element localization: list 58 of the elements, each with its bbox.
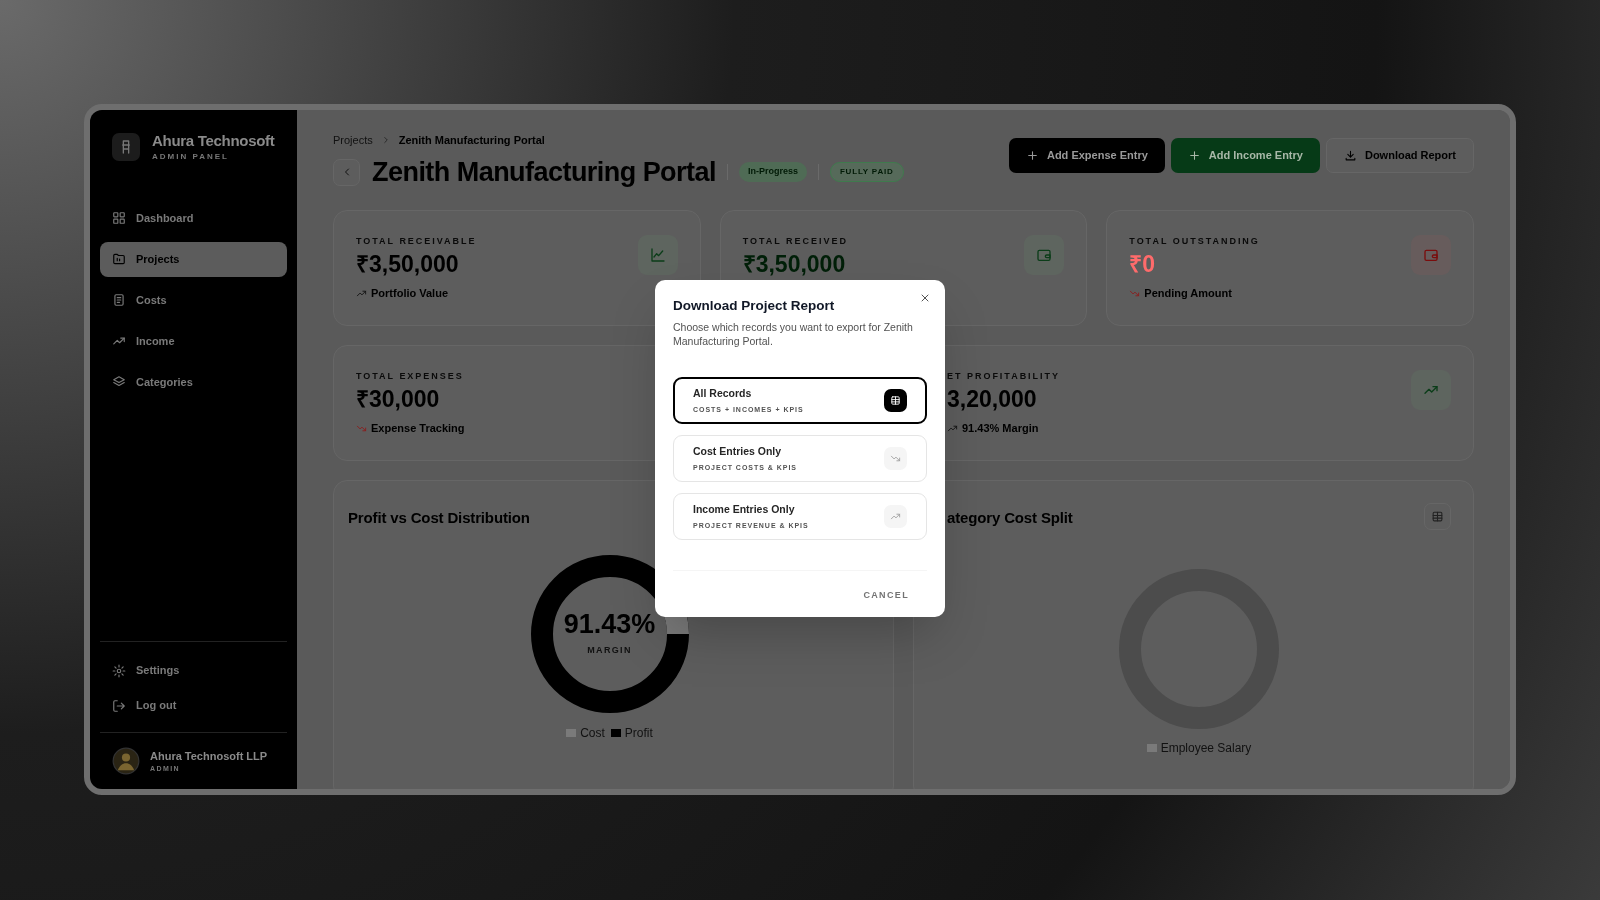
donut-label: MARGIN (587, 643, 632, 657)
plus-icon (1025, 149, 1039, 162)
option-title: Income Entries Only (693, 502, 796, 518)
document-icon (112, 293, 126, 308)
brand-name: Ahura Technosoft (152, 132, 275, 151)
status-badge: FULLY PAID (829, 162, 904, 182)
stat-label: TOTAL RECEIVABLE (356, 234, 477, 248)
legend-label[interactable]: Employee Salary (1160, 739, 1252, 757)
stat-value: ₹3,50,000 (356, 250, 459, 279)
stat-value: ₹30,000 (356, 385, 440, 414)
sidebar-item[interactable]: Dashboard (100, 200, 287, 236)
page-title: Zenith Manufacturing Portal (372, 158, 716, 186)
dialog-title: Download Project Report (673, 297, 836, 316)
sidebar-item[interactable]: Log out (100, 691, 287, 720)
grid-icon (112, 211, 126, 226)
chart-title: Profit vs Cost Distribution (348, 507, 530, 528)
chart-title: ategory Cost Split (947, 507, 1073, 528)
settings-icon (112, 663, 126, 678)
sidebar-item[interactable]: Projects (100, 241, 287, 277)
stat-note: 91.43% Margin (962, 420, 1039, 436)
stat-label: TOTAL EXPENSES (356, 369, 464, 383)
stat-label: TOTAL RECEIVED (742, 234, 848, 248)
user-name: Ahura Technosoft LLP (150, 748, 268, 764)
breadcrumb-current: Zenith Manufacturing Portal (398, 133, 545, 148)
table-icon (1431, 509, 1444, 523)
stat-note: Expense Tracking (371, 420, 465, 436)
dialog-description: Choose which records you want to export for Zenith Manufacturing Portal. (673, 320, 914, 349)
status-badge: In-Progress (738, 162, 807, 182)
option-title: All Records (693, 386, 753, 402)
donut-value: 91.43% (563, 610, 656, 638)
legend-label[interactable]: Profit (624, 724, 653, 742)
stat-label: TOTAL OUTSTANDING (1129, 234, 1260, 248)
stat-note: Portfolio Value (371, 285, 448, 301)
brand-subtitle: ADMIN PANEL (152, 150, 230, 163)
stat-note: Pending Amount (1144, 285, 1232, 301)
avatar (112, 747, 140, 775)
line-chart-icon (649, 246, 666, 263)
stat-value: 3,20,000 (947, 385, 1037, 414)
sidebar-item[interactable]: Income (100, 323, 287, 359)
action-button[interactable]: Download Report (1325, 138, 1474, 173)
folder-icon (112, 252, 126, 267)
sidebar-item[interactable]: Costs (100, 282, 287, 318)
table-icon (890, 395, 901, 407)
legend-label[interactable]: Cost (580, 724, 605, 742)
sidebar-item[interactable]: Settings (100, 656, 287, 685)
action-button[interactable]: Add Income Entry (1170, 138, 1320, 173)
logout-icon (112, 698, 126, 713)
sidebar-item[interactable]: Categories (100, 364, 287, 400)
plus-icon (1187, 149, 1201, 162)
action-button[interactable]: Add Expense Entry (1008, 138, 1165, 173)
stat-value: ₹3,50,000 (742, 250, 846, 279)
stat-value: ₹0 (1129, 250, 1156, 279)
option-title: Cost Entries Only (693, 444, 783, 460)
download-icon (1343, 149, 1357, 162)
table-view-button[interactable] (1424, 502, 1451, 530)
stat-label: ET PROFITABILITY (947, 369, 1060, 383)
breadcrumb-link[interactable]: Projects (333, 132, 373, 149)
cancel-button[interactable]: CANCEL (863, 589, 909, 603)
